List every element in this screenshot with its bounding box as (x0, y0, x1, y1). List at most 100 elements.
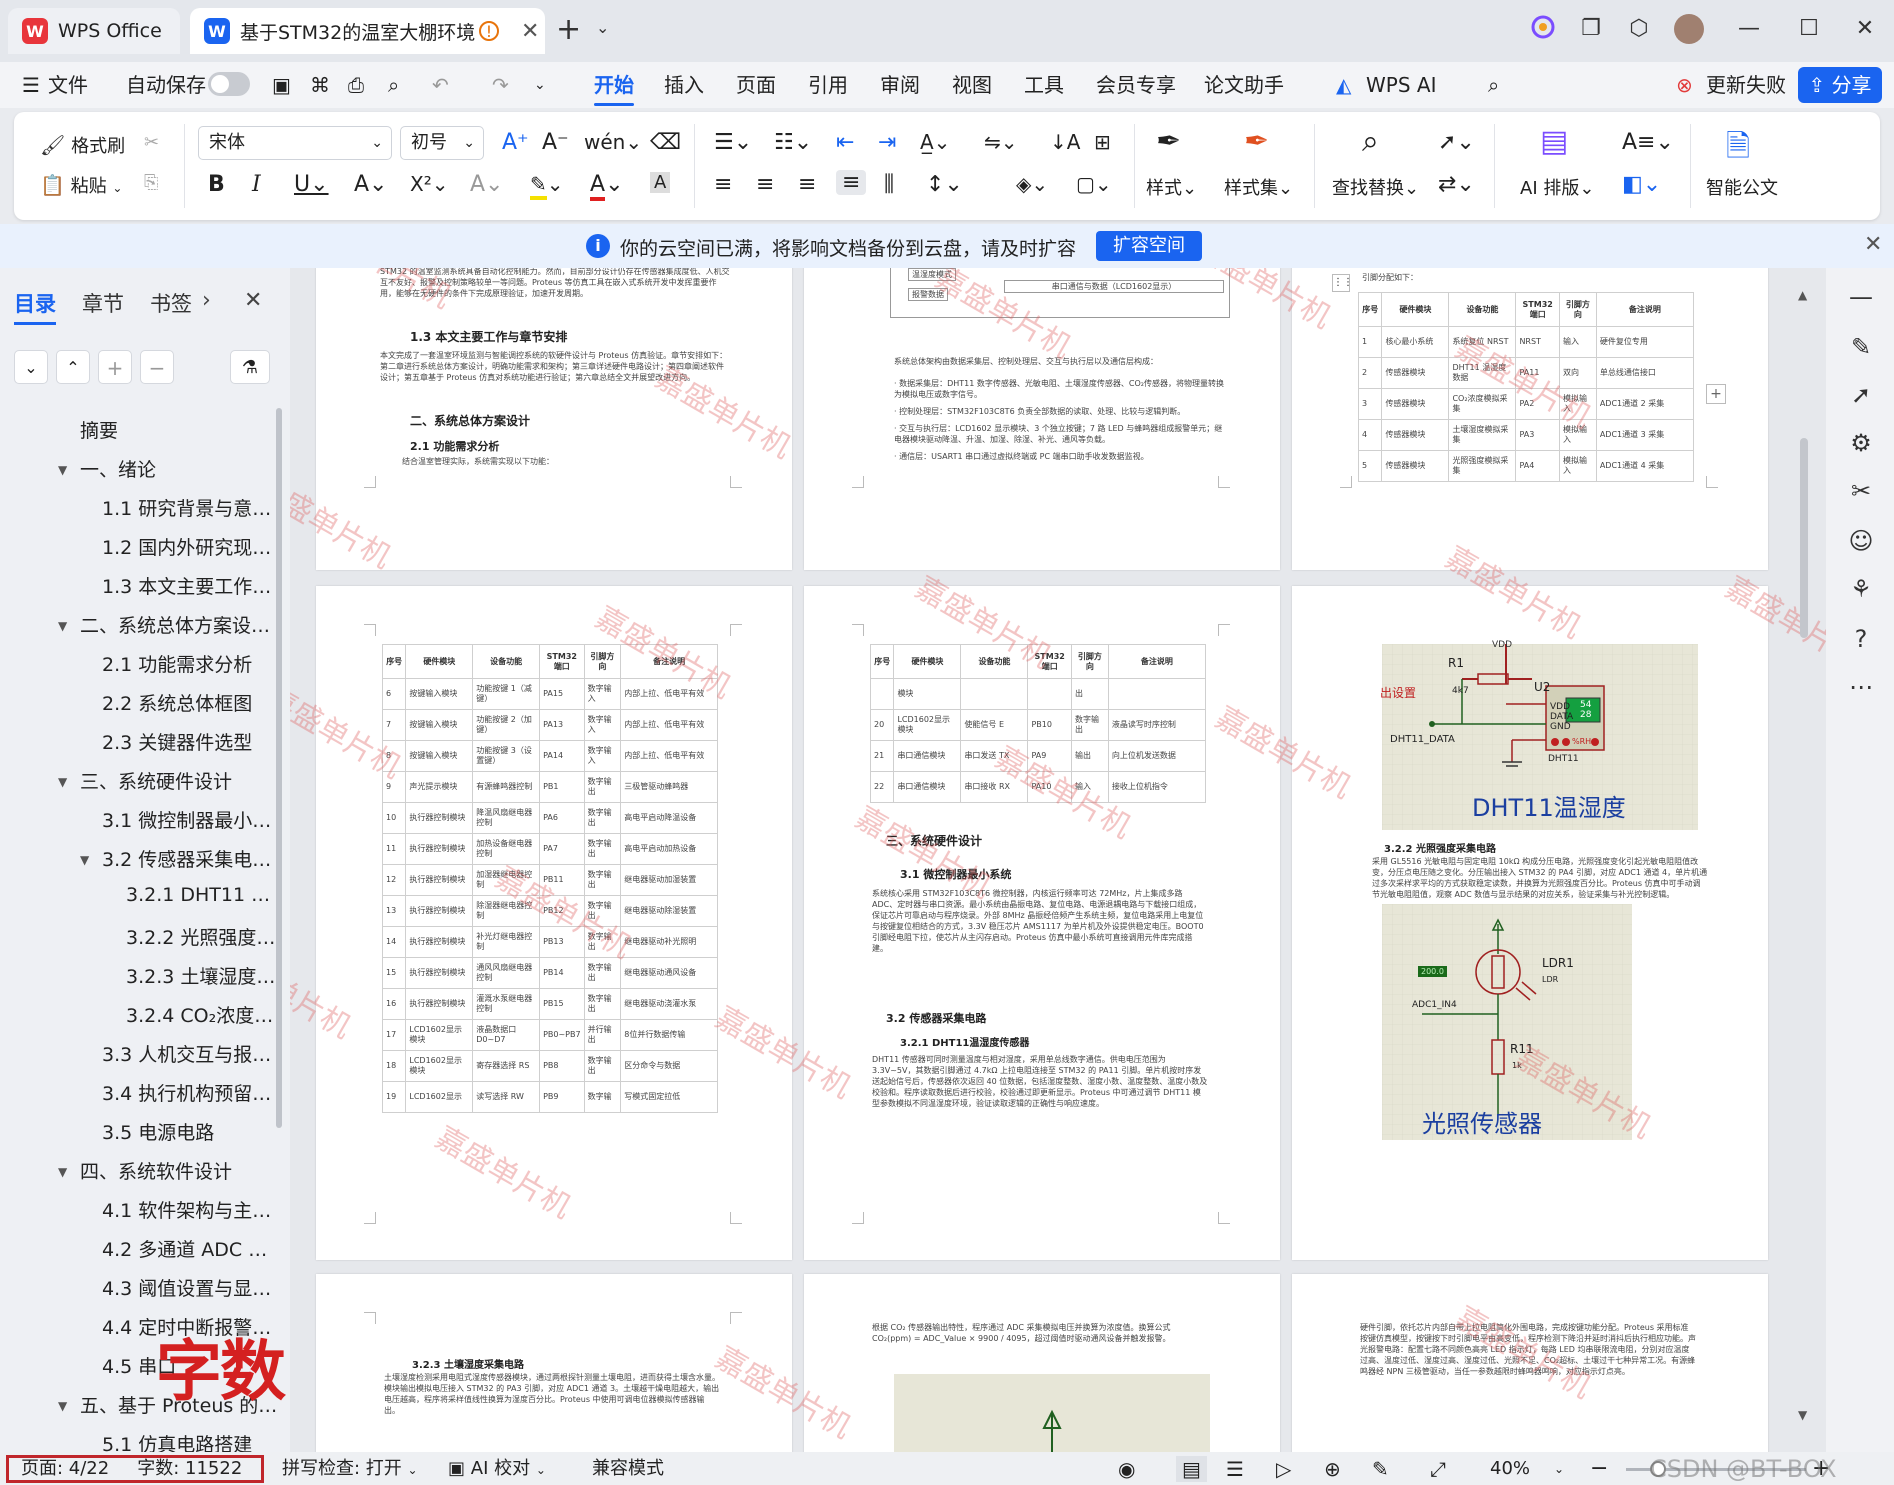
tab-wps-office[interactable]: W WPS Office (8, 8, 180, 54)
text-box-icon[interactable]: A≡⌄ (1622, 130, 1674, 155)
increase-font-icon[interactable]: A⁺ (502, 130, 529, 155)
tools-icon[interactable]: ✂ (1846, 476, 1876, 506)
styles-button[interactable]: 样式⌄ (1146, 174, 1197, 200)
ai-toc-button[interactable]: ⚗ (230, 350, 270, 384)
add-heading-button[interactable]: + (98, 350, 132, 384)
select-icon[interactable]: ➚⌄ (1438, 130, 1475, 155)
sort-az-icon[interactable]: ↓A (1050, 130, 1080, 154)
toc-expander-icon[interactable]: ▼ (58, 775, 67, 789)
scroll-down-arrow-icon[interactable]: ▼ (1798, 1408, 1807, 1422)
style-set-button[interactable]: 样式集⌄ (1224, 174, 1293, 200)
italic-icon[interactable]: I (252, 172, 261, 197)
maximize-icon[interactable]: ☐ (1794, 14, 1824, 44)
increase-indent-icon[interactable]: ⇥ (878, 130, 896, 155)
expand-storage-button[interactable]: 扩容空间 (1096, 231, 1202, 261)
find-replace-button[interactable]: 查找替换⌄ (1332, 174, 1419, 200)
menu-tab-6[interactable]: 工具 (1024, 70, 1064, 100)
menu-tab-8[interactable]: 论文助手 (1204, 70, 1284, 100)
menu-tab-7[interactable]: 会员专享 (1096, 70, 1176, 100)
menu-tab-0[interactable]: 开始 (594, 70, 634, 106)
cube-icon[interactable]: ⬡ (1624, 14, 1654, 44)
toc-item[interactable]: 1.1 研究背景与意… (102, 494, 271, 521)
window-manage-icon[interactable]: ❐ (1576, 14, 1606, 44)
superscript-icon[interactable]: X²⌄ (410, 172, 448, 196)
minimize-icon[interactable]: — (1734, 14, 1764, 44)
format-painter-button[interactable]: 🖌 格式刷 (40, 132, 125, 158)
tab-document[interactable]: W 基于STM32的温室大棚环境 ! ✕ (190, 8, 545, 54)
spell-check-toggle[interactable]: 拼写检查: 打开 ⌄ (282, 1456, 418, 1482)
paste-button[interactable]: 📋 粘贴 ⌄ (40, 172, 122, 198)
document-scrollbar[interactable] (1800, 438, 1808, 638)
minimize-rail-icon[interactable]: — (1846, 282, 1876, 312)
save-icon[interactable]: ▣ (272, 70, 291, 100)
decrease-indent-icon[interactable]: ⇤ (836, 130, 854, 155)
toc-expander-icon[interactable]: ▼ (58, 1399, 67, 1413)
toc-item[interactable]: 3.4 执行机构预留… (102, 1079, 271, 1106)
strikethrough-icon[interactable]: A⌄ (354, 172, 387, 197)
warning-icon[interactable]: ! (479, 21, 499, 41)
toc-item[interactable]: 4.1 软件架构与主… (102, 1196, 271, 1223)
zoom-out-icon[interactable]: − (1590, 1456, 1608, 1482)
text-effect-icon[interactable]: A⌄ (470, 172, 503, 197)
menu-file[interactable]: 文件 (48, 70, 88, 100)
menu-tab-3[interactable]: 引用 (808, 70, 848, 100)
more-tabs-icon[interactable]: › (202, 288, 211, 313)
sticker-icon[interactable]: ☺ (1846, 526, 1876, 556)
justify-icon[interactable]: ≡ (836, 170, 867, 195)
document-canvas[interactable]: STM32 的温室监测系统具备自动化控制能力。然而，目前部分设计仍存在传感器集成… (290, 268, 1826, 1452)
search-icon[interactable]: ⌕ (1488, 70, 1499, 100)
toc-item[interactable]: 摘要 (80, 416, 118, 443)
toc-item[interactable]: 2.1 功能需求分析 (102, 650, 252, 677)
align-center-icon[interactable]: ≡ (756, 172, 774, 197)
show-marks-icon[interactable]: ⊞ (1094, 130, 1111, 154)
toc-expander-icon[interactable]: ▼ (80, 853, 89, 867)
toc-item[interactable]: 3.2.3 土壤湿度… (126, 962, 275, 989)
toc-item[interactable]: 4.2 多通道 ADC … (102, 1235, 267, 1262)
help-icon[interactable]: ? (1846, 624, 1876, 654)
zoom-dropdown-icon[interactable]: ⌄ (1554, 1456, 1564, 1482)
toc-item[interactable]: 3.1 微控制器最小… (102, 806, 271, 833)
toc-item[interactable]: 四、系统软件设计 (80, 1157, 232, 1184)
ai-layout-button[interactable]: AI 排版⌄ (1520, 174, 1594, 200)
web-view-icon[interactable]: ⊕ (1324, 1456, 1341, 1482)
toc-item[interactable]: 2.3 关键器件选型 (102, 728, 252, 755)
zoom-level[interactable]: 40% (1490, 1456, 1530, 1482)
outline-view-icon[interactable]: ☰ (1226, 1456, 1244, 1482)
print-preview-icon[interactable]: ⌕ (388, 70, 399, 100)
smart-doc-button[interactable]: 智能公文 (1706, 174, 1778, 200)
share-button[interactable]: ⇪ 分享 (1798, 67, 1882, 103)
nav-tab-1[interactable]: 章节 (82, 288, 124, 318)
fill-color-icon[interactable]: ◈⌄ (1016, 172, 1048, 196)
cut-icon[interactable]: ✂ (144, 132, 159, 153)
collapse-all-button[interactable]: ⌄ (14, 350, 48, 384)
toc-item[interactable]: 2.2 系统总体框图 (102, 689, 252, 716)
convert-icon[interactable]: ⇄⌄ (1438, 172, 1475, 197)
toc-item[interactable]: 3.5 电源电路 (102, 1118, 214, 1145)
line-spacing-icon[interactable]: ↕⌄ (926, 172, 963, 197)
sidebar-scrollbar[interactable] (276, 408, 282, 1128)
toc-item[interactable]: 4.3 阈值设置与显… (102, 1274, 271, 1301)
ai-proof-button[interactable]: ▣ AI 校对 ⌄ (448, 1456, 546, 1482)
share-link-icon[interactable]: ⌘ (310, 70, 330, 100)
table-handle-icon[interactable]: ⋮⋮ (1332, 274, 1353, 292)
annotate-icon[interactable]: ✎ (1372, 1456, 1389, 1482)
highlight-icon[interactable]: ✎⌄ (530, 172, 564, 200)
update-failed-button[interactable]: 更新失败 (1706, 70, 1786, 100)
shapes-icon[interactable]: ◧⌄ (1622, 172, 1661, 197)
toc-item[interactable]: 3.2.2 光照强度… (126, 923, 275, 950)
play-icon[interactable]: ▷ (1276, 1456, 1291, 1482)
toc-item[interactable]: 二、系统总体方案设… (80, 611, 270, 638)
underline-icon[interactable]: U⌄ (294, 172, 329, 197)
menu-tab-4[interactable]: 审阅 (880, 70, 920, 100)
undo-icon[interactable]: ↶ (432, 70, 449, 100)
print-icon[interactable]: ⎙ (348, 70, 364, 100)
copy-icon[interactable]: ⎘ (144, 172, 158, 193)
new-tab-button[interactable]: + (556, 12, 581, 47)
align-left-icon[interactable]: ≡ (714, 172, 732, 197)
toc-item[interactable]: 3.3 人机交互与报… (102, 1040, 271, 1067)
close-tab-icon[interactable]: ✕ (521, 19, 539, 44)
page-indicator[interactable]: 页面: 4/22 字数: 11522 (6, 1455, 264, 1483)
plugin-icon[interactable]: ⚘ (1846, 574, 1876, 604)
phonetic-guide-icon[interactable]: wén⌄ (584, 130, 642, 154)
eye-icon[interactable]: ◉ (1118, 1456, 1135, 1482)
